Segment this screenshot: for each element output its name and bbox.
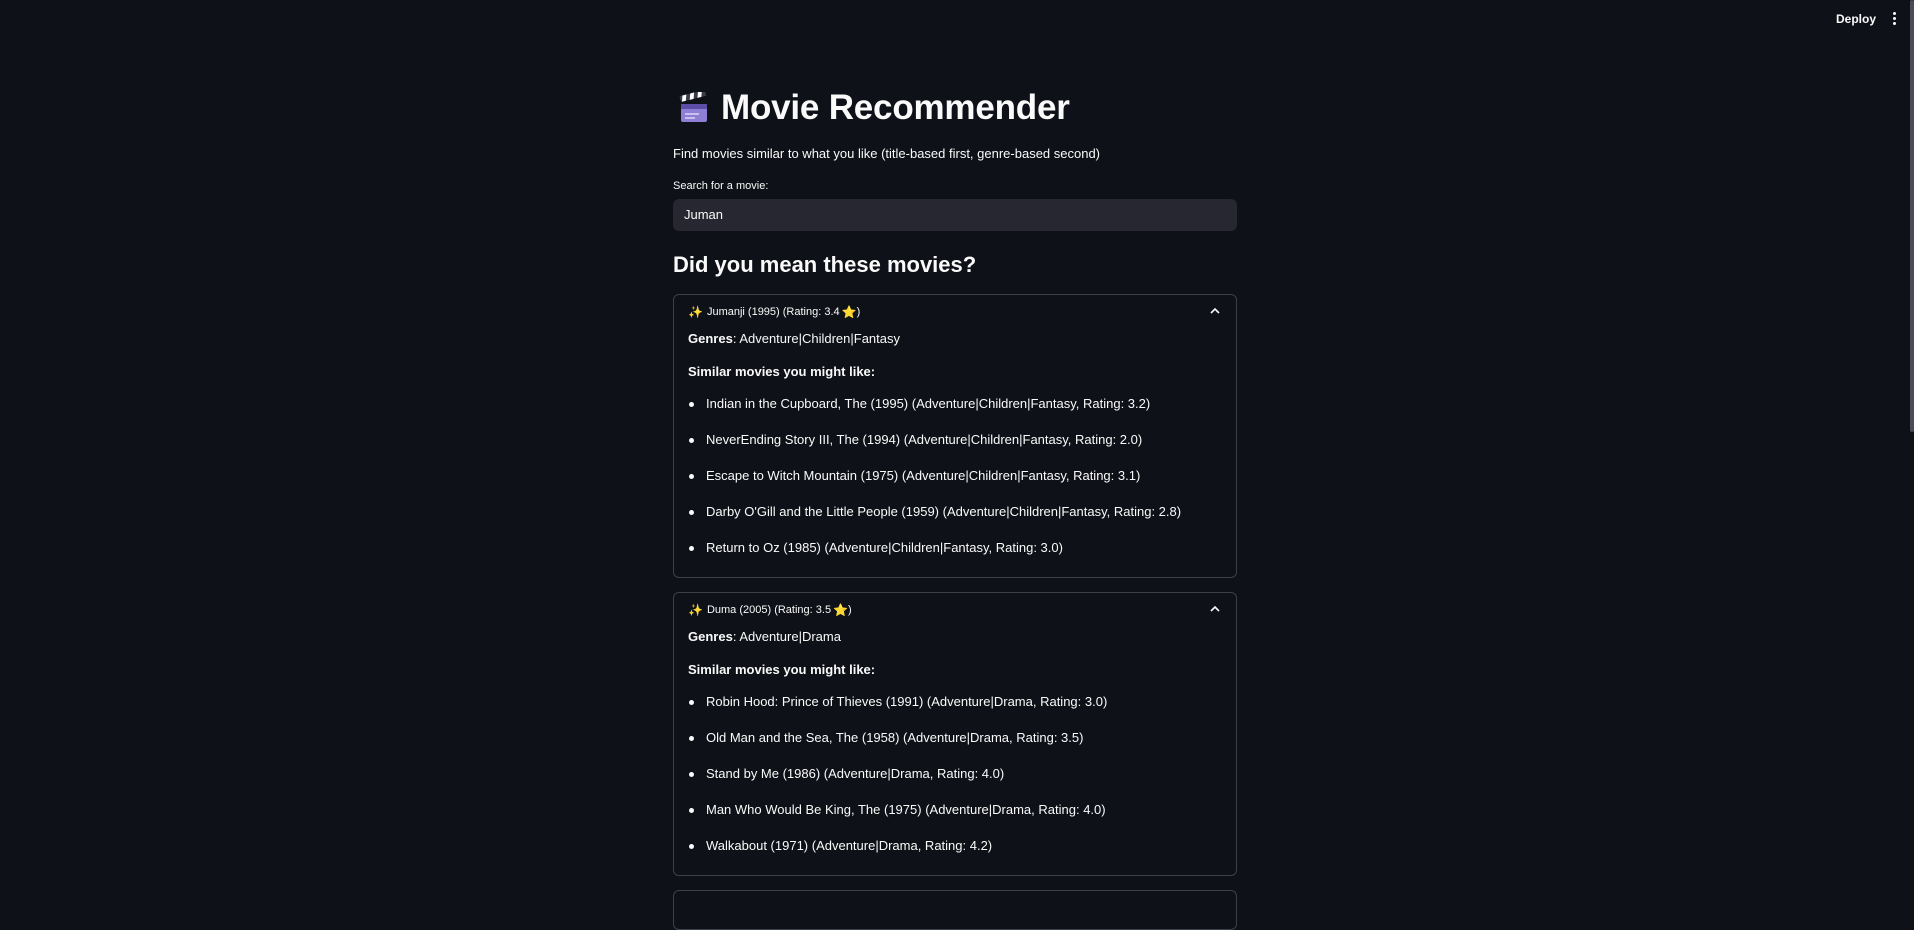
star-icon: ⭐ — [833, 603, 849, 617]
list-item: Man Who Would Be King, The (1975) (Adven… — [674, 800, 1236, 836]
expander-title: Jumanji (1995) (Rating: 3.4 — [706, 306, 840, 318]
search-label: Search for a movie: — [673, 180, 769, 192]
list-item: Indian in the Cupboard, The (1995) (Adve… — [674, 394, 1236, 430]
genres-label: Genres — [688, 629, 733, 644]
clapper-board-icon — [679, 92, 707, 122]
similar-heading: Similar movies you might like: — [688, 662, 876, 677]
sparkles-icon: ✨ — [688, 603, 703, 617]
list-item: NeverEnding Story III, The (1994) (Adven… — [674, 430, 1236, 466]
top-toolbar: Deploy — [0, 0, 1914, 40]
search-input[interactable] — [673, 199, 1237, 231]
genres-line: Genres: Adventure|Drama — [674, 629, 1236, 649]
similar-list: Robin Hood: Prince of Thieves (1991) (Ad… — [674, 692, 1236, 872]
list-item: Old Man and the Sea, The (1958) (Adventu… — [674, 728, 1236, 764]
scrollbar[interactable] — [1910, 0, 1914, 432]
list-item: Walkabout (1971) (Adventure|Drama, Ratin… — [674, 836, 1236, 872]
expander-title: Duma (2005) (Rating: 3.5 — [706, 604, 832, 616]
list-item: Return to Oz (1985) (Adventure|Children|… — [674, 538, 1236, 574]
result-expander: ✨ Jumanji (1995) (Rating: 3.4 ⭐ ) Genres… — [673, 294, 1237, 578]
genres-value: : Adventure|Children|Fantasy — [732, 331, 900, 346]
deploy-button[interactable]: Deploy — [1836, 12, 1876, 26]
expander-title-close: ) — [856, 306, 861, 318]
page-title: Movie Recommender — [721, 88, 1070, 127]
chevron-up-icon[interactable] — [1210, 307, 1220, 315]
expander-title-close: ) — [848, 604, 852, 616]
page-subtitle: Find movies similar to what you like (ti… — [673, 146, 1101, 161]
star-icon: ⭐ — [841, 305, 857, 319]
kebab-menu-icon[interactable] — [1888, 12, 1900, 28]
results-heading: Did you mean these movies? — [673, 252, 977, 277]
chevron-up-icon[interactable] — [1210, 605, 1220, 613]
expander-header[interactable]: ✨ Jumanji (1995) (Rating: 3.4 ⭐ ) — [674, 295, 1236, 329]
list-item: Robin Hood: Prince of Thieves (1991) (Ad… — [674, 692, 1236, 728]
result-expander: ✨ Duma (2005) (Rating: 3.5 ⭐ ) Genres: A… — [673, 592, 1237, 876]
page-title-row: Movie Recommender — [679, 88, 1070, 128]
genres-value: : Adventure|Drama — [732, 629, 841, 644]
result-expander — [673, 890, 1237, 930]
sparkles-icon: ✨ — [688, 305, 703, 319]
genres-label: Genres — [688, 331, 733, 346]
list-item: Escape to Witch Mountain (1975) (Adventu… — [674, 466, 1236, 502]
similar-heading: Similar movies you might like: — [688, 364, 876, 379]
list-item: Darby O'Gill and the Little People (1959… — [674, 502, 1236, 538]
similar-list: Indian in the Cupboard, The (1995) (Adve… — [674, 394, 1236, 574]
list-item: Stand by Me (1986) (Adventure|Drama, Rat… — [674, 764, 1236, 800]
expander-header[interactable]: ✨ Duma (2005) (Rating: 3.5 ⭐ ) — [674, 593, 1236, 627]
genres-line: Genres: Adventure|Children|Fantasy — [674, 331, 1236, 351]
